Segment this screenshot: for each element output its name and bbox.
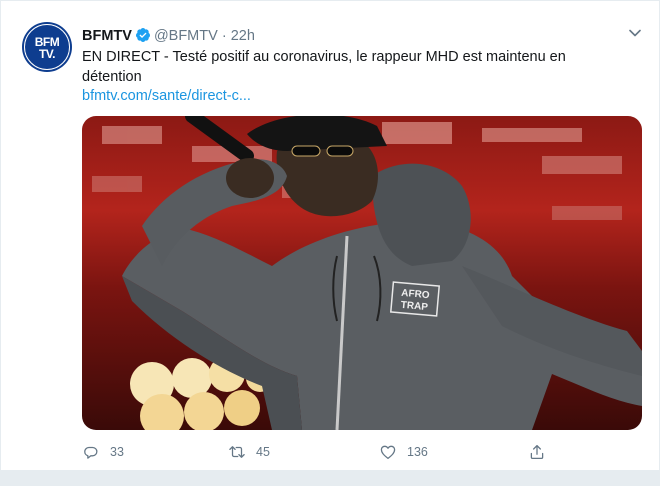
share-icon: [530, 444, 544, 460]
reply-icon: [84, 446, 98, 459]
like-count: 136: [407, 445, 428, 459]
retweet-icon: [229, 446, 245, 458]
avatar-logo-line-2: TV.: [38, 47, 56, 61]
author-name[interactable]: BFMTV: [82, 28, 132, 44]
chevron-down-icon[interactable]: [628, 26, 642, 40]
verified-badge-icon: [135, 28, 150, 42]
reply-count: 33: [110, 445, 124, 459]
separator-dot: ·: [221, 28, 227, 44]
author-handle[interactable]: @BFMTV: [154, 28, 218, 44]
like-button[interactable]: 136: [379, 440, 428, 464]
share-button[interactable]: [528, 440, 556, 464]
heart-icon: [380, 445, 396, 460]
tweet-image[interactable]: AFRO TRAP: [82, 116, 642, 430]
tweet-link[interactable]: bfmtv.com/sante/direct-c...: [82, 86, 251, 106]
tweet-photo-illustration: AFRO TRAP: [92, 116, 642, 430]
tweet-timestamp[interactable]: 22h: [231, 28, 255, 44]
divider: [0, 470, 660, 486]
avatar[interactable]: BFM TV.: [22, 22, 72, 72]
retweet-count: 45: [256, 445, 270, 459]
tweet-text: EN DIRECT - Testé positif au coronavirus…: [82, 49, 566, 85]
retweet-button[interactable]: 45: [228, 440, 270, 464]
reply-button[interactable]: 33: [82, 440, 124, 464]
tweet-actions: 33 45 136: [82, 440, 562, 464]
tweet-header: BFMTV @BFMTV · 22h: [82, 26, 255, 46]
